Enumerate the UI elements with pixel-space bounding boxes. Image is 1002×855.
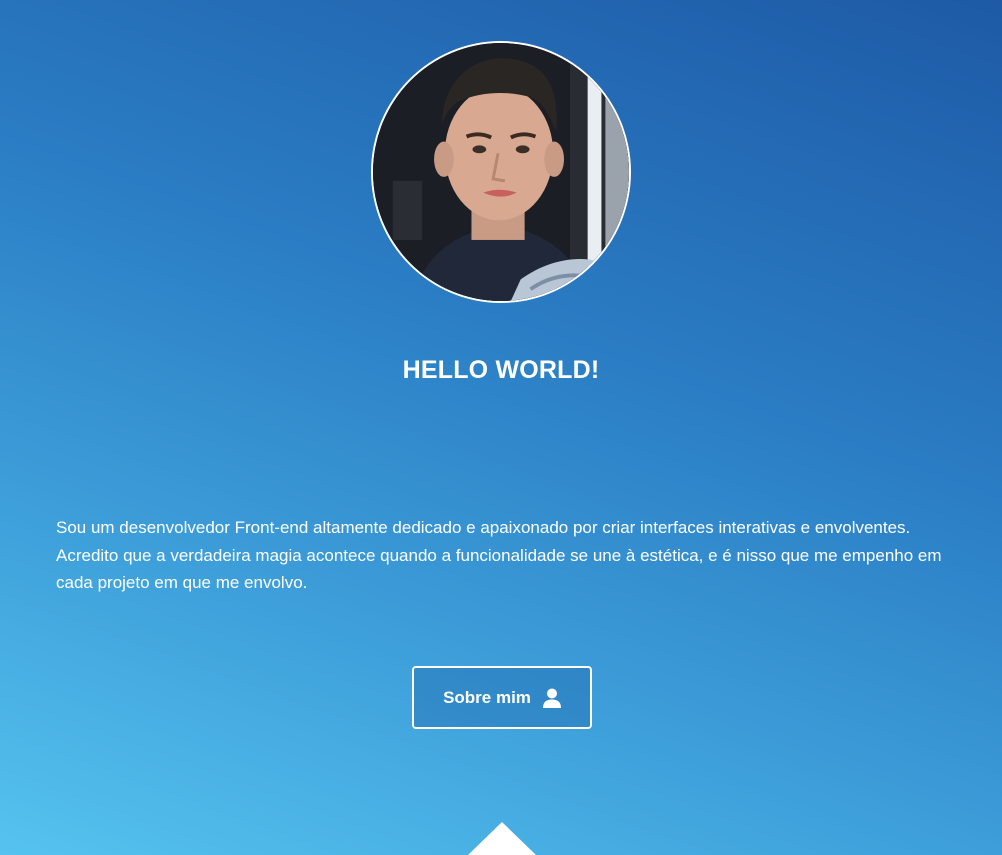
section-divider-arrow xyxy=(467,822,537,855)
about-me-button[interactable]: Sobre mim xyxy=(412,666,592,729)
page-title: HELLO WORLD! xyxy=(402,356,600,384)
intro-text: Sou um desenvolvedor Front-end altamente… xyxy=(56,518,942,592)
about-me-button-label: Sobre mim xyxy=(443,687,531,707)
hero-section: HELLO WORLD! Sou um desenvolvedor Front-… xyxy=(0,0,1002,855)
profile-avatar xyxy=(371,41,631,303)
user-icon xyxy=(542,688,561,708)
profile-photo xyxy=(373,43,629,301)
